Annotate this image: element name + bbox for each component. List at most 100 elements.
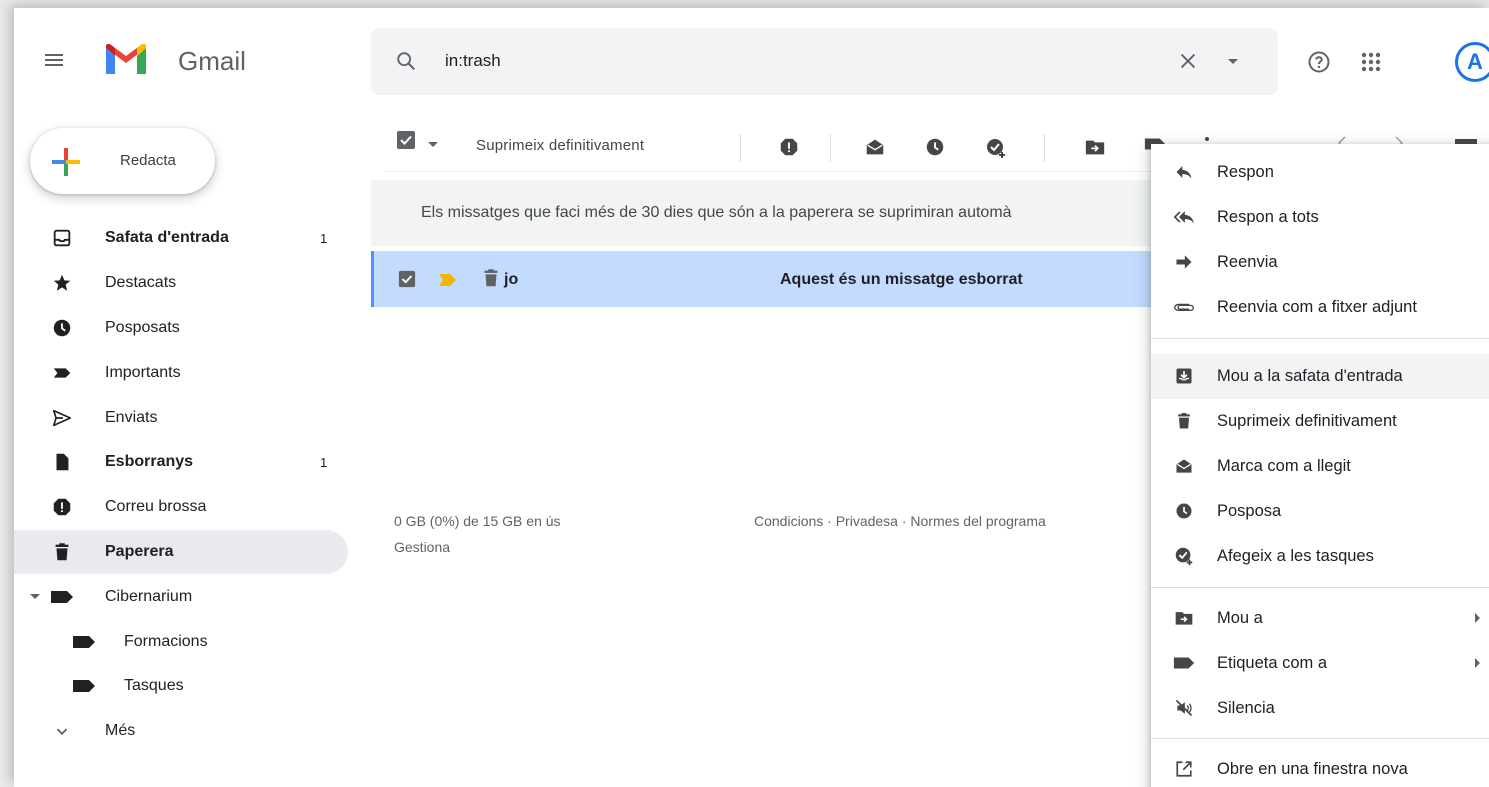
row-checkbox[interactable] bbox=[398, 270, 416, 288]
sidebar-item-spam[interactable]: Correu brossa bbox=[14, 485, 354, 530]
important-marker-icon[interactable] bbox=[438, 273, 458, 287]
gmail-window: Gmail A bbox=[14, 8, 1489, 787]
label-icon bbox=[72, 630, 96, 654]
context-item-label: Afegeix a les tasques bbox=[1217, 546, 1374, 565]
apps-grid-icon[interactable] bbox=[1360, 51, 1382, 73]
star-icon bbox=[50, 271, 74, 295]
select-options-icon[interactable] bbox=[428, 142, 438, 148]
help-icon[interactable] bbox=[1307, 50, 1331, 74]
collapse-caret-icon[interactable] bbox=[30, 593, 40, 600]
context-menu-divider bbox=[1151, 338, 1489, 339]
search-input[interactable] bbox=[445, 46, 1085, 76]
reply-icon bbox=[1173, 161, 1195, 183]
context-item-label-as[interactable]: Etiqueta com a bbox=[1151, 641, 1489, 686]
context-item-label: Reenvia bbox=[1217, 252, 1278, 271]
top-header: Gmail A bbox=[14, 8, 1489, 108]
sidebar-item-label: Enviats bbox=[105, 408, 158, 426]
account-avatar[interactable]: A bbox=[1455, 42, 1489, 82]
sidebar-item-label: Tasques bbox=[124, 677, 184, 695]
sidebar-item-tasques[interactable]: Tasques bbox=[14, 664, 354, 709]
chevron-down-icon bbox=[50, 719, 74, 743]
label-icon bbox=[1173, 652, 1195, 674]
snooze-icon[interactable] bbox=[924, 136, 946, 158]
context-item-open-new-window[interactable]: Obre en una finestra nova bbox=[1151, 747, 1489, 787]
open-new-window-icon bbox=[1173, 758, 1195, 780]
spam-icon bbox=[50, 495, 74, 519]
report-spam-icon[interactable] bbox=[778, 136, 800, 158]
context-item-reply[interactable]: Respon bbox=[1151, 150, 1489, 195]
sidebar-item-label: Més bbox=[105, 722, 136, 740]
context-item-label: Mou a bbox=[1217, 608, 1263, 627]
unread-count: 1 bbox=[320, 454, 328, 470]
sidebar-item-sent[interactable]: Enviats bbox=[14, 395, 354, 440]
clock-icon bbox=[50, 316, 74, 340]
sidebar-item-more[interactable]: Més bbox=[14, 709, 354, 754]
context-item-snooze[interactable]: Posposa bbox=[1151, 489, 1489, 534]
trash-notice-text: Els missatges que faci més de 30 dies qu… bbox=[421, 204, 1012, 221]
label-icon bbox=[50, 585, 74, 609]
sidebar-item-label: Safata d'entrada bbox=[105, 229, 229, 247]
context-item-delete-forever[interactable]: Suprimeix definitivament bbox=[1151, 399, 1489, 444]
context-menu-divider bbox=[1151, 587, 1489, 588]
forward-icon bbox=[1173, 251, 1195, 273]
storage-usage-text: 0 GB (0%) de 15 GB en ús bbox=[394, 513, 561, 529]
sidebar-item-trash[interactable]: Paperera bbox=[14, 529, 348, 575]
move-to-icon bbox=[1173, 607, 1195, 629]
context-menu: Respon Respon a tots Reenvia Reenvia com… bbox=[1151, 144, 1489, 787]
message-subject: Aquest és un missatge esborrat bbox=[780, 271, 1023, 288]
context-item-label: Etiqueta com a bbox=[1217, 653, 1328, 672]
toolbar-divider bbox=[1044, 134, 1045, 162]
context-item-forward[interactable]: Reenvia bbox=[1151, 240, 1489, 285]
select-all-checkbox[interactable] bbox=[396, 130, 416, 150]
context-item-mark-read[interactable]: Marca com a llegit bbox=[1151, 444, 1489, 489]
mark-read-icon[interactable] bbox=[864, 136, 886, 158]
plus-icon bbox=[50, 146, 82, 178]
toolbar-divider bbox=[740, 134, 741, 162]
trash-icon bbox=[50, 540, 74, 564]
context-item-label: Mou a la safata d'entrada bbox=[1217, 366, 1403, 385]
sidebar-item-formacions[interactable]: Formacions bbox=[14, 619, 354, 664]
manage-storage-link[interactable]: Gestiona bbox=[394, 534, 561, 560]
context-item-label: Respon a tots bbox=[1217, 207, 1319, 226]
move-to-icon[interactable] bbox=[1084, 136, 1106, 158]
important-icon bbox=[50, 361, 74, 385]
search-options-icon[interactable] bbox=[1227, 58, 1239, 66]
context-item-reply-all[interactable]: Respon a tots bbox=[1151, 195, 1489, 240]
sidebar-item-cibernarium[interactable]: Cibernarium bbox=[14, 574, 354, 619]
sidebar-item-label: Posposats bbox=[105, 318, 180, 336]
gmail-logo-icon[interactable] bbox=[106, 44, 146, 74]
sidebar-item-label: Importants bbox=[105, 363, 181, 381]
context-item-forward-attachment[interactable]: Reenvia com a fitxer adjunt bbox=[1151, 285, 1489, 330]
context-item-label: Posposa bbox=[1217, 501, 1282, 520]
footer-links[interactable]: Condicions · Privadesa · Normes del prog… bbox=[754, 508, 1046, 534]
context-item-label: Respon bbox=[1217, 162, 1274, 181]
compose-button[interactable]: Redacta bbox=[30, 128, 215, 194]
search-icon[interactable] bbox=[395, 50, 417, 72]
context-item-move-to[interactable]: Mou a bbox=[1151, 596, 1489, 641]
sidebar-item-starred[interactable]: Destacats bbox=[14, 261, 354, 306]
mark-read-icon bbox=[1173, 455, 1195, 477]
reply-all-icon bbox=[1173, 206, 1195, 228]
app-name[interactable]: Gmail bbox=[178, 46, 246, 77]
label-icon bbox=[72, 674, 96, 698]
context-item-label: Reenvia com a fitxer adjunt bbox=[1217, 297, 1417, 316]
sidebar-item-inbox[interactable]: Safata d'entrada 1 bbox=[14, 216, 354, 261]
mute-icon bbox=[1173, 697, 1195, 719]
add-task-icon[interactable] bbox=[984, 136, 1008, 160]
attachment-icon bbox=[1173, 296, 1195, 318]
context-item-label: Suprimeix definitivament bbox=[1217, 411, 1397, 430]
main-menu-icon[interactable] bbox=[42, 48, 66, 72]
sidebar-item-snoozed[interactable]: Posposats bbox=[14, 306, 354, 351]
context-item-mute[interactable]: Silencia bbox=[1151, 686, 1489, 731]
sidebar-item-drafts[interactable]: Esborranys 1 bbox=[14, 440, 354, 485]
delete-forever-button[interactable]: Suprimeix definitivament bbox=[476, 137, 644, 154]
search-bar bbox=[371, 28, 1278, 95]
clear-search-icon[interactable] bbox=[1177, 50, 1199, 72]
toolbar-divider bbox=[830, 134, 831, 162]
sidebar-item-important[interactable]: Importants bbox=[14, 350, 354, 395]
context-item-move-to-inbox[interactable]: Mou a la safata d'entrada bbox=[1151, 354, 1489, 399]
clock-icon bbox=[1173, 500, 1195, 522]
trash-icon bbox=[1173, 410, 1195, 432]
submenu-arrow-icon bbox=[1475, 613, 1481, 624]
context-item-add-task[interactable]: Afegeix a les tasques bbox=[1151, 534, 1489, 579]
